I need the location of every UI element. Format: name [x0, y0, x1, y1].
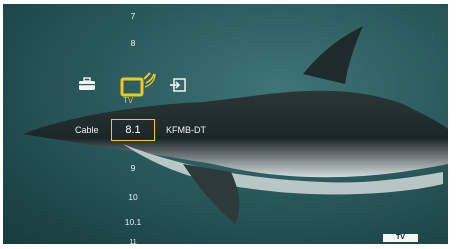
tv-screen: 7 8 TV Cable 8.1 KFMB-DT 9 10 10.1 11 TV — [3, 4, 448, 244]
toolbox-icon[interactable] — [78, 77, 96, 96]
current-channel[interactable]: 8.1 — [111, 119, 155, 141]
tv-label: TV — [123, 96, 134, 105]
channel-10[interactable]: 10 — [108, 192, 158, 202]
channel-10-1[interactable]: 10.1 — [108, 217, 158, 227]
tv-badge: TV — [383, 234, 418, 242]
input-icon[interactable] — [169, 78, 187, 97]
channel-9[interactable]: 9 — [108, 163, 158, 173]
station-name: KFMB-DT — [166, 125, 206, 135]
dolphin-background — [23, 26, 448, 224]
channel-8[interactable]: 8 — [108, 38, 158, 48]
source-label: Cable — [75, 125, 99, 135]
channel-11[interactable]: 11 — [108, 239, 158, 244]
channel-7[interactable]: 7 — [108, 11, 158, 21]
